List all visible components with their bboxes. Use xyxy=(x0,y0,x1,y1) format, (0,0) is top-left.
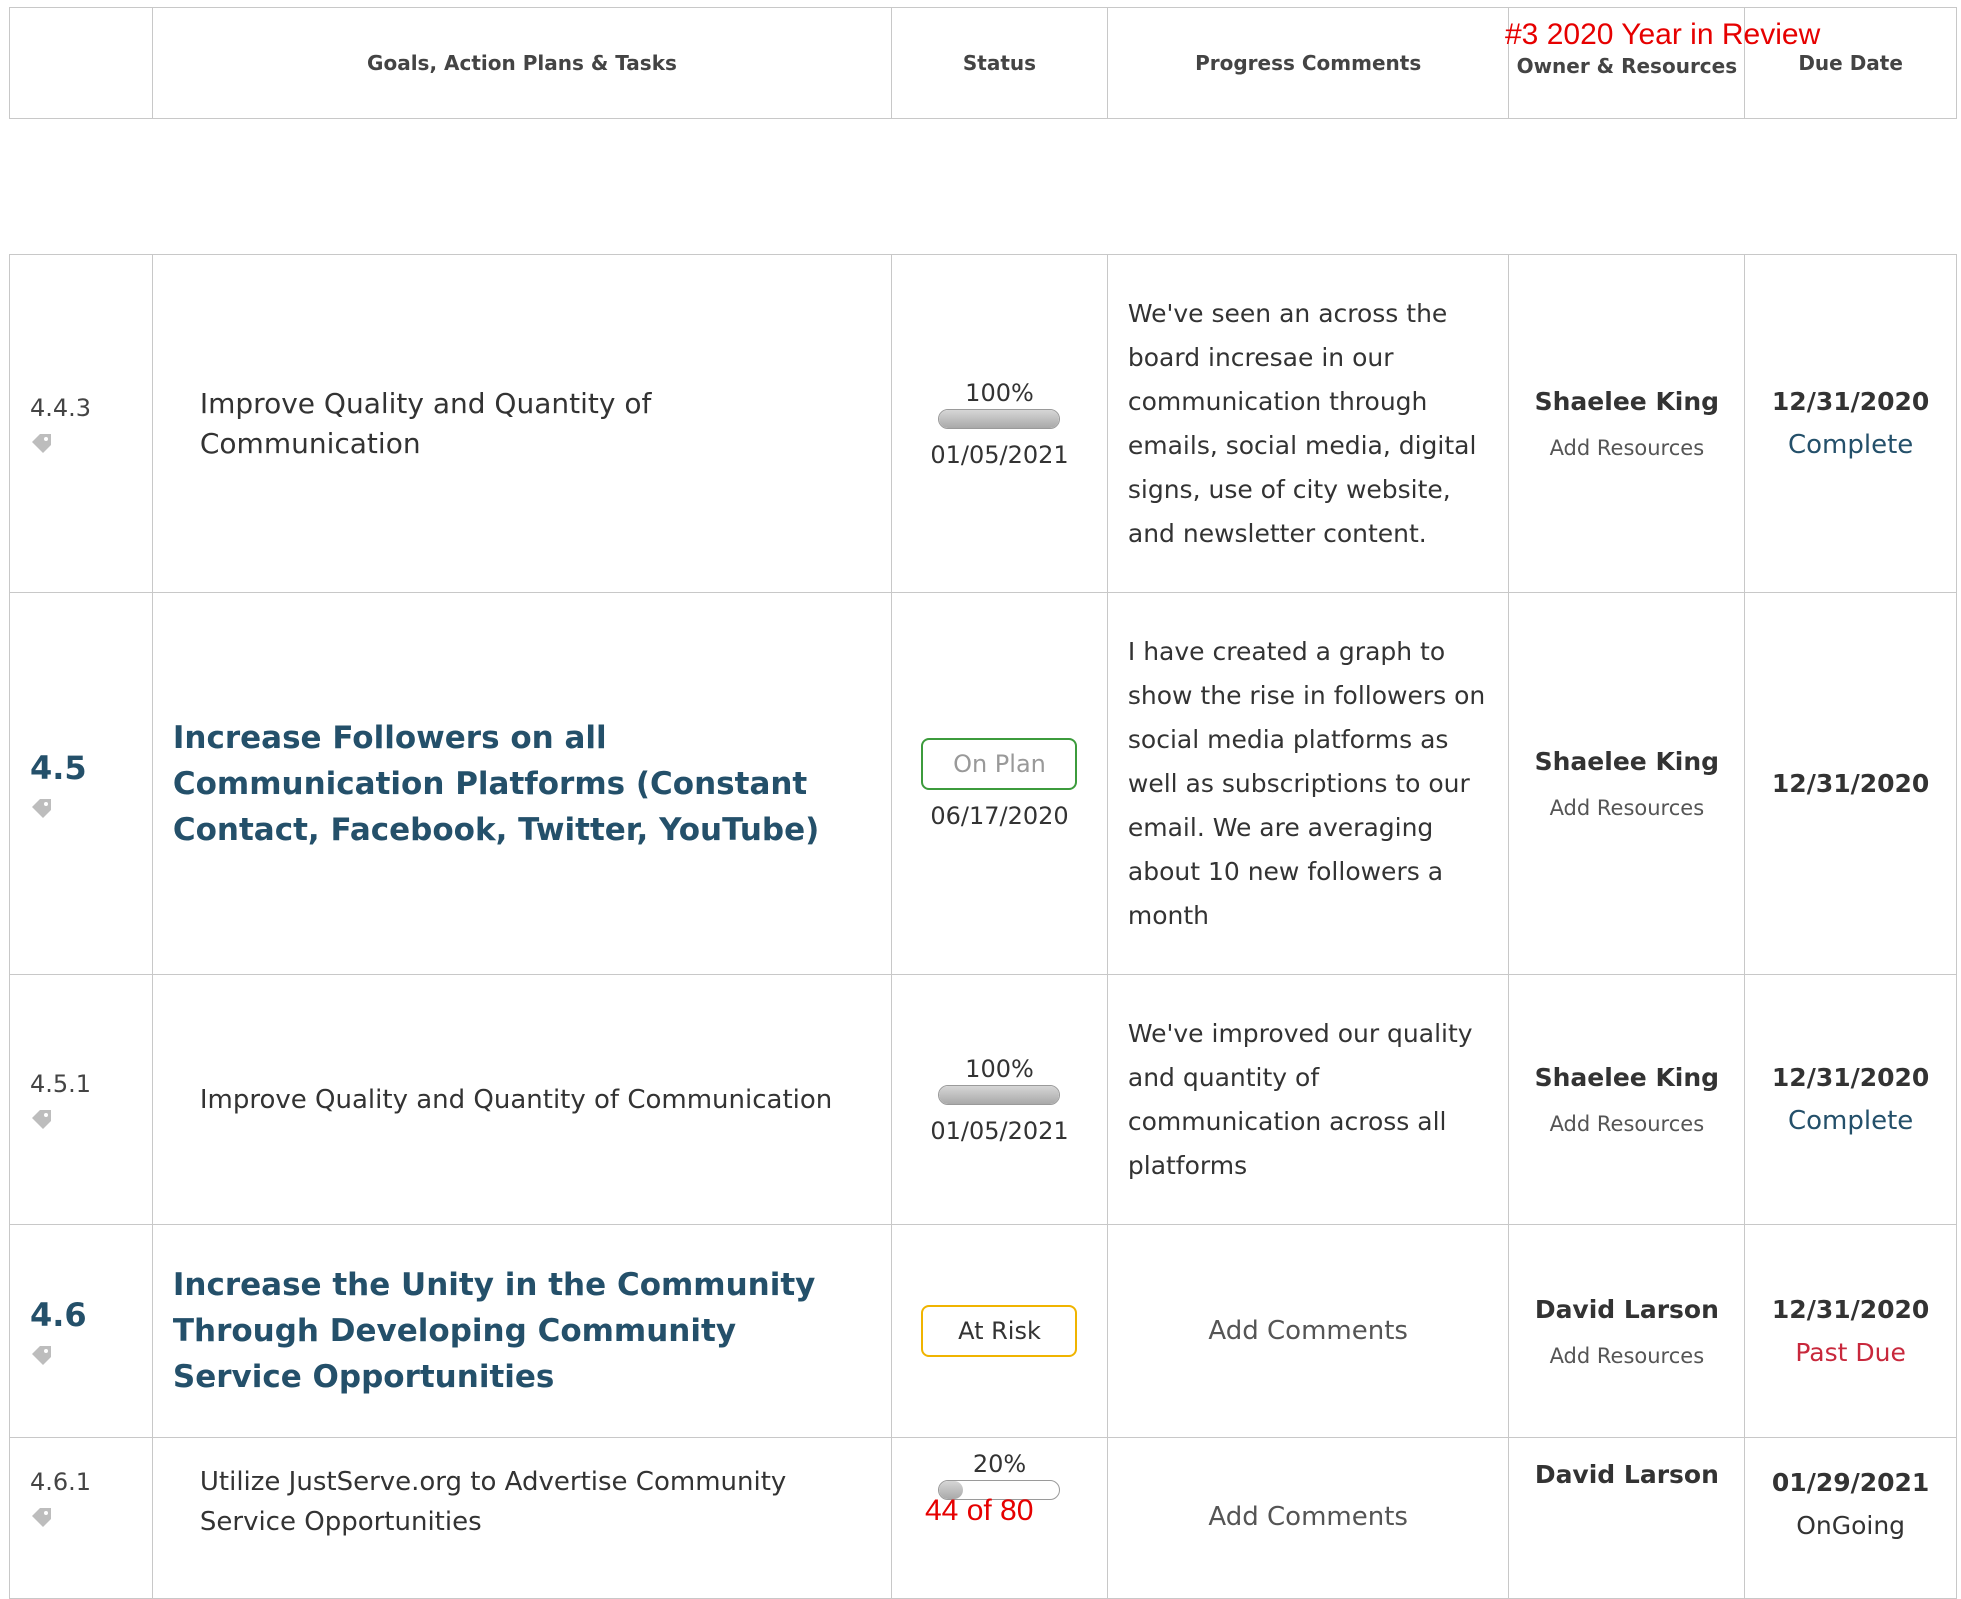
progress-comment[interactable]: I have created a graph to show the rise … xyxy=(1128,630,1489,938)
due-cell: 12/31/2020 Complete xyxy=(1745,975,1956,1224)
task-title[interactable]: Improve Quality and Quantity of Communic… xyxy=(173,384,871,464)
status-cell: At Risk xyxy=(892,1225,1108,1437)
owner-name[interactable]: Shaelee King xyxy=(1535,387,1719,416)
title-cell: Utilize JustServe.org to Advertise Commu… xyxy=(153,1438,893,1598)
progress-bar-fill xyxy=(939,1085,1060,1104)
due-cell: 12/31/2020 xyxy=(1745,593,1956,974)
page-counter-overlay: 44 of 80 xyxy=(925,1494,1034,1527)
owner-name[interactable]: Shaelee King xyxy=(1535,1063,1719,1092)
progress-bar-fill xyxy=(939,409,1060,428)
title-cell: Increase the Unity in the Community Thro… xyxy=(153,1225,893,1437)
add-resources-link[interactable]: Add Resources xyxy=(1550,1344,1705,1368)
task-title[interactable]: Improve Quality and Quantity of Communic… xyxy=(173,1080,871,1120)
comment-cell: We've improved our quality and quantity … xyxy=(1108,975,1510,1224)
table-row[interactable]: 4.4.3 Improve Quality and Quantity of Co… xyxy=(10,255,1956,593)
due-state: OnGoing xyxy=(1796,1511,1906,1540)
title-cell: Improve Quality and Quantity of Communic… xyxy=(153,255,893,592)
progress-percent: 100% xyxy=(965,1054,1034,1083)
due-cell: 12/31/2020 Past Due xyxy=(1745,1225,1956,1437)
owner-name[interactable]: David Larson xyxy=(1535,1295,1719,1324)
header-goals[interactable]: Goals, Action Plans & Tasks xyxy=(153,8,893,118)
status-date: 06/17/2020 xyxy=(930,801,1069,830)
due-date: 01/29/2021 xyxy=(1771,1468,1930,1497)
comment-cell: Add Comments xyxy=(1108,1438,1510,1598)
due-date: 12/31/2020 xyxy=(1771,387,1930,416)
row-number-cell: 4.5.1 xyxy=(10,975,153,1224)
status-cell: 100% 01/05/2021 xyxy=(892,255,1108,592)
row-number: 4.5.1 xyxy=(30,1069,92,1098)
tag-icon[interactable] xyxy=(30,1342,54,1366)
header-blank xyxy=(10,8,153,118)
due-cell: 01/29/2021 OnGoing xyxy=(1745,1438,1956,1598)
row-number: 4.6.1 xyxy=(30,1468,92,1496)
row-number: 4.4.3 xyxy=(30,393,92,422)
status-cell: 100% 01/05/2021 xyxy=(892,975,1108,1224)
due-date: 12/31/2020 xyxy=(1771,1295,1930,1324)
add-resources-link[interactable]: Add Resources xyxy=(1550,796,1705,820)
goal-title[interactable]: Increase Followers on all Communication … xyxy=(173,715,871,853)
tag-icon[interactable] xyxy=(30,1106,54,1130)
comment-cell: We've seen an across the board incresae … xyxy=(1108,255,1510,592)
title-cell: Increase Followers on all Communication … xyxy=(153,593,893,974)
progress-bar[interactable] xyxy=(938,1084,1061,1105)
add-resources-link[interactable]: Add Resources xyxy=(1550,1112,1705,1136)
due-state: Past Due xyxy=(1795,1338,1906,1367)
status-cell: On Plan 06/17/2020 xyxy=(892,593,1108,974)
task-title[interactable]: Utilize JustServe.org to Advertise Commu… xyxy=(173,1462,871,1542)
due-state: Complete xyxy=(1787,430,1914,460)
due-cell: 12/31/2020 Complete xyxy=(1745,255,1956,592)
row-number: 4.6 xyxy=(30,1296,87,1334)
header-progress-comments[interactable]: Progress Comments xyxy=(1108,8,1510,118)
comment-cell: I have created a graph to show the rise … xyxy=(1108,593,1510,974)
owner-name[interactable]: David Larson xyxy=(1535,1460,1719,1489)
row-number-cell: 4.4.3 xyxy=(10,255,153,592)
status-date: 01/05/2021 xyxy=(930,1116,1069,1145)
tag-icon[interactable] xyxy=(30,1504,54,1528)
owner-cell: Shaelee King Add Resources xyxy=(1509,593,1746,974)
row-number: 4.5 xyxy=(30,748,87,787)
plan-table: 4.4.3 Improve Quality and Quantity of Co… xyxy=(9,254,1957,1599)
header-status[interactable]: Status xyxy=(892,8,1108,118)
progress-comment[interactable]: We've improved our quality and quantity … xyxy=(1128,1012,1489,1188)
progress-comment[interactable]: We've seen an across the board incresae … xyxy=(1128,292,1489,556)
due-date: 12/31/2020 xyxy=(1771,1063,1930,1092)
row-number-cell: 4.6.1 xyxy=(10,1438,153,1598)
table-row[interactable]: 4.6 Increase the Unity in the Community … xyxy=(10,1225,1956,1438)
progress-percent: 20% xyxy=(972,1450,1027,1478)
owner-cell: Shaelee King Add Resources xyxy=(1509,975,1746,1224)
progress-bar[interactable] xyxy=(938,408,1061,429)
due-date: 12/31/2020 xyxy=(1771,769,1930,798)
add-comments-link[interactable]: Add Comments xyxy=(1208,1502,1408,1532)
row-number-cell: 4.6 xyxy=(10,1225,153,1437)
row-number-cell: 4.5 xyxy=(10,593,153,974)
page-title-overlay: #3 2020 Year in Review xyxy=(1505,18,1821,51)
owner-cell: Shaelee King Add Resources xyxy=(1509,255,1746,592)
tag-icon[interactable] xyxy=(30,430,54,454)
add-comments-link[interactable]: Add Comments xyxy=(1208,1316,1408,1346)
goal-title[interactable]: Increase the Unity in the Community Thro… xyxy=(173,1262,871,1400)
status-date: 01/05/2021 xyxy=(930,440,1069,469)
title-cell: Improve Quality and Quantity of Communic… xyxy=(153,975,893,1224)
tag-icon[interactable] xyxy=(30,795,54,819)
status-badge[interactable]: On Plan xyxy=(921,737,1078,790)
due-state: Complete xyxy=(1787,1106,1914,1136)
progress-percent: 100% xyxy=(965,378,1034,407)
table-row[interactable]: 4.5.1 Improve Quality and Quantity of Co… xyxy=(10,975,1956,1225)
table-row[interactable]: 4.5 Increase Followers on all Communicat… xyxy=(10,593,1956,975)
add-resources-link[interactable]: Add Resources xyxy=(1550,436,1705,460)
owner-name[interactable]: Shaelee King xyxy=(1535,747,1719,776)
comment-cell: Add Comments xyxy=(1108,1225,1510,1437)
owner-cell: David Larson Add Resources xyxy=(1509,1225,1746,1437)
owner-cell: David Larson xyxy=(1509,1438,1746,1598)
status-badge[interactable]: At Risk xyxy=(921,1305,1078,1357)
